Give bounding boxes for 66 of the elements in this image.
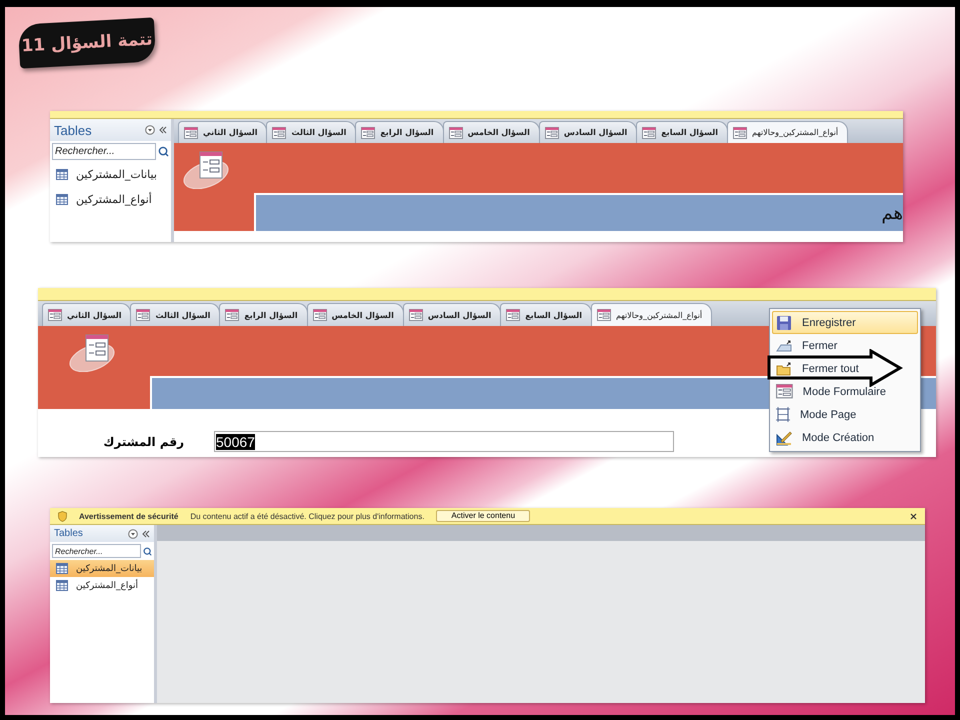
field-label: رقم المشترك [102,434,184,448]
security-warning-title: Avertissement de sécurité [79,512,178,520]
form-icon [448,126,463,138]
table-list-item[interactable]: بيانات_المشتركين [50,162,171,187]
collapse-icon[interactable] [142,530,150,538]
form-icon [184,126,198,138]
form-icon [408,309,423,321]
document-tab[interactable]: السؤال الثاني [42,303,132,326]
document-tab[interactable]: السؤال السادس [538,121,638,143]
document-tab[interactable]: السؤال السابع [500,303,592,326]
search-field[interactable]: Rechercher... [52,143,156,160]
navigation-pane-title: Tables [54,528,84,539]
form-icon [596,309,611,321]
document-tab[interactable]: السؤال الثاني [178,121,268,143]
collapse-icon[interactable] [159,126,167,134]
form-icon [361,126,376,138]
close-form-icon [776,338,792,352]
ruler-pencil-icon [776,430,792,446]
form-icon [272,126,286,138]
table-list-item[interactable]: بيانات_المشتركين [50,560,154,577]
document-tab[interactable]: السؤال الرابع [219,303,308,326]
form-icon [506,309,520,321]
document-tab[interactable]: السؤال الثالث [130,303,220,326]
context-menu-item[interactable]: Fermer tout [772,357,918,380]
document-tab[interactable]: السؤال السابع [636,121,728,143]
search-field[interactable]: Rechercher... [52,544,141,558]
form-icon [776,384,793,399]
context-menu-item[interactable]: Mode Page [772,403,918,426]
document-tab[interactable]: السؤال الخامس [306,303,404,326]
table-icon [56,194,68,205]
security-warning-message: Du contenu actif a été désactivé. Cliquez pour plus d'informations. [190,512,424,520]
table-list-item[interactable]: أنواع_المشتركين [50,187,171,212]
navigation-pane-title: Tables [54,122,93,138]
form-icon [642,126,656,138]
dropdown-icon[interactable] [128,528,138,538]
title-banner: تتمة السؤال 11 [18,17,156,69]
context-menu-item[interactable]: Enregistrer [772,311,918,334]
search-icon[interactable] [158,146,169,157]
context-menu-item[interactable]: Mode Création [772,426,918,449]
form-icon [225,309,240,321]
form-icon [312,309,327,321]
subscriber-number-field[interactable]: 50067 [214,431,674,452]
form-icon [544,126,559,138]
form-icon [136,309,150,321]
table-icon [56,563,68,574]
dropdown-icon[interactable] [145,125,155,135]
layout-grid-icon [776,407,790,422]
table-icon [56,580,68,591]
document-tab[interactable]: السؤال الرابع [355,121,444,143]
form-icon [732,126,747,138]
folder-icon [776,362,792,376]
document-tab[interactable]: السؤال الخامس [442,121,540,143]
document-tab[interactable]: السؤال الثالث [266,121,356,143]
context-menu-item[interactable]: Fermer [772,334,918,357]
search-icon[interactable] [143,546,152,556]
form-icon [48,309,62,321]
enable-content-button[interactable]: Activer le contenu [436,510,530,522]
form-title-text: هم [882,202,903,224]
table-list-item[interactable]: أنواع_المشتركين [50,577,154,594]
document-tab[interactable]: السؤال السادس [402,303,502,326]
document-tab[interactable]: أنواع_المشتركين_وحالاتهم [726,121,848,143]
context-menu-item[interactable]: Mode Formulaire [772,380,918,403]
document-tab[interactable]: أنواع_المشتركين_وحالاتهم [590,303,712,326]
shield-icon [58,510,67,522]
table-icon [56,169,68,180]
close-icon[interactable] [910,512,917,520]
